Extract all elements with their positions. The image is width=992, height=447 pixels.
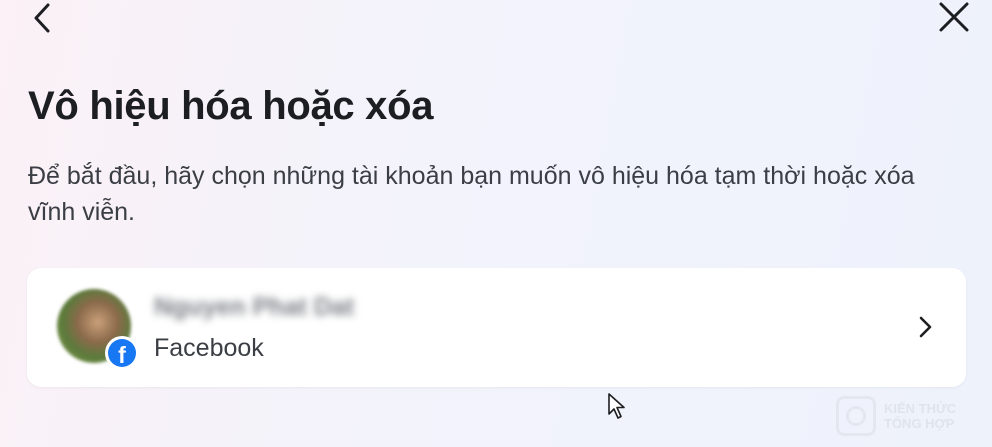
facebook-badge: f [105, 336, 139, 370]
account-avatar-wrapper: f [57, 289, 139, 370]
chevron-right-icon [914, 314, 936, 340]
account-platform: Facebook [154, 334, 264, 362]
back-button[interactable] [22, 0, 62, 36]
watermark-logo-icon [836, 396, 876, 436]
watermark-line-1: KIẾN THỨC [884, 401, 957, 416]
watermark-line-2: TỔNG HỢP [884, 416, 955, 431]
watermark: KIẾN THỨC TỔNG HỢP [836, 392, 986, 440]
mouse-cursor-icon [608, 393, 625, 419]
page-description: Để bắt đầu, hãy chọn những tài khoản bạn… [28, 162, 915, 226]
page-title: Vô hiệu hóa hoặc xóa [28, 84, 434, 128]
close-button[interactable] [934, 0, 974, 36]
account-name: Nguyen Phat Dat [154, 293, 355, 321]
close-icon [939, 2, 969, 32]
account-card[interactable]: f Nguyen Phat Dat Facebook [27, 268, 966, 387]
facebook-icon: f [108, 339, 136, 367]
chevron-left-icon [34, 3, 50, 33]
